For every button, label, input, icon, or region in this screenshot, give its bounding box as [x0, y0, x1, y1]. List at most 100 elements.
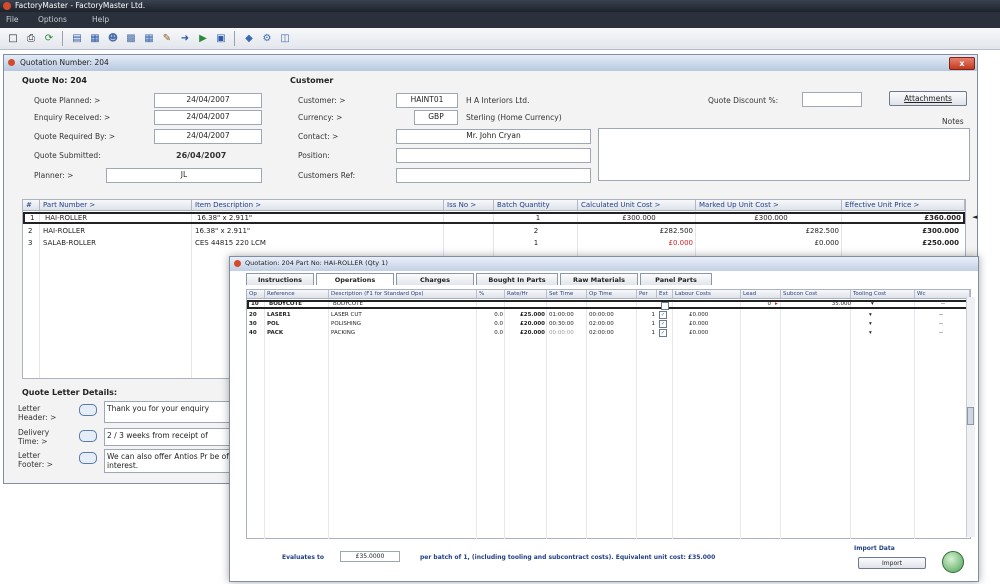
enquiry-received-label[interactable]: Enquiry Received: >	[34, 113, 110, 122]
op-set-time: 00:00:00	[549, 330, 574, 336]
col-header-percent[interactable]: %	[477, 290, 505, 299]
contact-field[interactable]: Mr. John Cryan	[396, 129, 591, 144]
enquiry-received-field[interactable]: 24/04/2007	[154, 110, 262, 125]
quote-planned-label[interactable]: Quote Planned: >	[34, 96, 100, 105]
quote-discount-field[interactable]	[802, 92, 862, 107]
contact-label[interactable]: Contact: >	[298, 132, 338, 141]
col-header-marked-up-unit-cost[interactable]: Marked Up Unit Cost >	[696, 200, 842, 211]
col-header-effective-unit-price[interactable]: Effective Unit Price >	[842, 200, 965, 211]
op-tool-dropdown-icon[interactable]: ▾	[869, 302, 879, 311]
planner-label[interactable]: Planner: >	[34, 171, 73, 180]
delivery-time-field[interactable]: 2 / 3 weeks from receipt of	[104, 428, 232, 446]
letter-header-label[interactable]: Letter Header: >	[18, 404, 68, 422]
customer-code-field[interactable]: HAINT01	[396, 93, 458, 108]
tab-panel-parts[interactable]: Panel Parts	[640, 273, 712, 285]
speech-bubble-icon[interactable]	[79, 430, 97, 442]
col-header-labour-costs[interactable]: Labour Costs	[673, 290, 741, 299]
customer-label[interactable]: Customer: >	[298, 96, 346, 105]
col-header-reference[interactable]: Reference	[265, 290, 329, 299]
tools-icon[interactable]: ⚙	[260, 31, 274, 45]
position-field[interactable]	[396, 148, 591, 163]
book-icon[interactable]: ◫	[278, 31, 292, 45]
attachments-button[interactable]: Attachments	[889, 91, 967, 106]
planner-field[interactable]: JL	[106, 168, 262, 183]
col-header-item-description[interactable]: Item Description >	[192, 200, 444, 211]
letter-footer-field[interactable]: We can also offer Antios Pr be of intere…	[104, 449, 232, 473]
notes-textarea[interactable]	[598, 128, 970, 181]
save-icon[interactable]: ▣	[214, 31, 228, 45]
operation-row[interactable]: 10 BODYCOTE BODYCOTE 0 ▸ 35.000 ▾ --	[247, 300, 970, 311]
tab-raw-materials[interactable]: Raw Materials	[560, 273, 638, 285]
play-icon[interactable]: ▶	[196, 31, 210, 45]
op-per: 1	[651, 330, 656, 336]
op-tool-dropdown-icon[interactable]: ▾	[867, 329, 877, 338]
col-header-op-time[interactable]: Op Time	[587, 290, 637, 299]
col-header-ext[interactable]: Ext	[657, 290, 673, 299]
close-button[interactable]: x	[949, 57, 975, 70]
list-icon[interactable]: ▤	[70, 31, 84, 45]
op-ext-checkbox[interactable]: ✓	[657, 311, 673, 320]
col-header-lead[interactable]: Lead	[741, 290, 781, 299]
customer-ref-field[interactable]	[396, 168, 591, 183]
op-ext-checkbox[interactable]	[659, 302, 675, 311]
letter-header-field[interactable]: Thank you for your enquiry	[104, 401, 232, 423]
op-ext-checkbox[interactable]: ✓	[657, 320, 673, 329]
op-percent: 0.0	[494, 330, 503, 336]
currency-label[interactable]: Currency: >	[298, 113, 342, 122]
delivery-time-label[interactable]: Delivery Time: >	[18, 428, 68, 446]
op-tool-dropdown-icon[interactable]: ▾	[867, 320, 877, 329]
calendar-icon[interactable]: ▦	[142, 31, 156, 45]
operation-row[interactable]: 40 PACK PACKING 0.0 £20.000 00:00:00 02:…	[247, 329, 970, 338]
tab-charges[interactable]: Charges	[396, 273, 474, 285]
col-header-wc[interactable]: Wc	[915, 290, 970, 299]
op-description: PACKING	[331, 330, 356, 336]
speech-bubble-icon[interactable]	[79, 452, 97, 464]
edit-icon[interactable]: ✎	[160, 31, 174, 45]
evaluates-field[interactable]: £35.0000	[340, 551, 400, 562]
col-header-part-number[interactable]: Part Number >	[40, 200, 192, 211]
report-icon[interactable]: ▩	[124, 31, 138, 45]
table-row[interactable]: 1 HAI-ROLLER 16.38" x 2.911" 1 £300.000 …	[23, 212, 965, 224]
menu-options[interactable]: Options	[38, 15, 67, 24]
op-ext-checkbox[interactable]: ✓	[657, 329, 673, 338]
op-tool-dropdown-icon[interactable]: ▾	[867, 311, 877, 320]
print-icon[interactable]: ⎙	[24, 31, 38, 45]
tab-operations[interactable]: Operations	[316, 273, 394, 285]
new-icon[interactable]: □	[6, 31, 20, 45]
col-header-op[interactable]: Op	[247, 290, 265, 299]
letter-details-heading: Quote Letter Details:	[22, 388, 118, 397]
import-icon[interactable]	[942, 551, 964, 573]
import-button[interactable]: Import	[858, 557, 926, 569]
col-header-subcon-cost[interactable]: Subcon Cost	[781, 290, 851, 299]
speech-bubble-icon[interactable]	[79, 404, 97, 416]
operation-row[interactable]: 30 POL POLISHING 0.0 £20.000 00:30:00 02…	[247, 320, 970, 329]
menu-file[interactable]: File	[6, 15, 19, 24]
col-header-rate[interactable]: Rate/Hr	[505, 290, 547, 299]
refresh-icon[interactable]: ⟳	[42, 31, 56, 45]
table-row[interactable]: 3 SALAB-ROLLER CES 44815 220 LCM 1 £0.00…	[23, 237, 965, 249]
col-header-number[interactable]: #	[23, 200, 40, 211]
quote-required-field[interactable]: 24/04/2007	[154, 129, 262, 144]
tab-bought-in-parts[interactable]: Bought In Parts	[476, 273, 558, 285]
operation-row[interactable]: 20 LASER1 LASER CUT 0.0 £25.000 01:00:00…	[247, 311, 970, 320]
quote-planned-field[interactable]: 24/04/2007	[154, 93, 262, 108]
col-header-per[interactable]: Per	[637, 290, 657, 299]
menu-help[interactable]: Help	[92, 15, 109, 24]
grid-icon[interactable]: ▦	[88, 31, 102, 45]
currency-code-field[interactable]: GBP	[414, 110, 458, 125]
col-header-tooling-cost[interactable]: Tooling Cost	[851, 290, 915, 299]
col-header-description[interactable]: Description (F1 for Standard Ops)	[329, 290, 477, 299]
col-header-batch-quantity[interactable]: Batch Quantity	[494, 200, 578, 211]
scrollbar-thumb[interactable]	[967, 407, 974, 425]
col-header-calculated-unit-cost[interactable]: Calculated Unit Cost >	[578, 200, 696, 211]
go-icon[interactable]: ➜	[178, 31, 192, 45]
tab-instructions[interactable]: Instructions	[246, 273, 314, 285]
letter-footer-label[interactable]: Letter Footer: >	[18, 451, 68, 469]
col-header-set-time[interactable]: Set Time	[547, 290, 587, 299]
col-header-iss-no[interactable]: Iss No >	[444, 200, 494, 211]
quote-required-label[interactable]: Quote Required By: >	[34, 132, 115, 141]
table-row[interactable]: 2 HAI-ROLLER 16.38" x 2.911" 2 £282.500 …	[23, 225, 965, 237]
users-icon[interactable]: ☻	[106, 31, 120, 45]
link-icon[interactable]: ◆	[242, 31, 256, 45]
operations-dialog: Quotation: 204 Part No: HAI-ROLLER (Qty …	[229, 256, 979, 582]
